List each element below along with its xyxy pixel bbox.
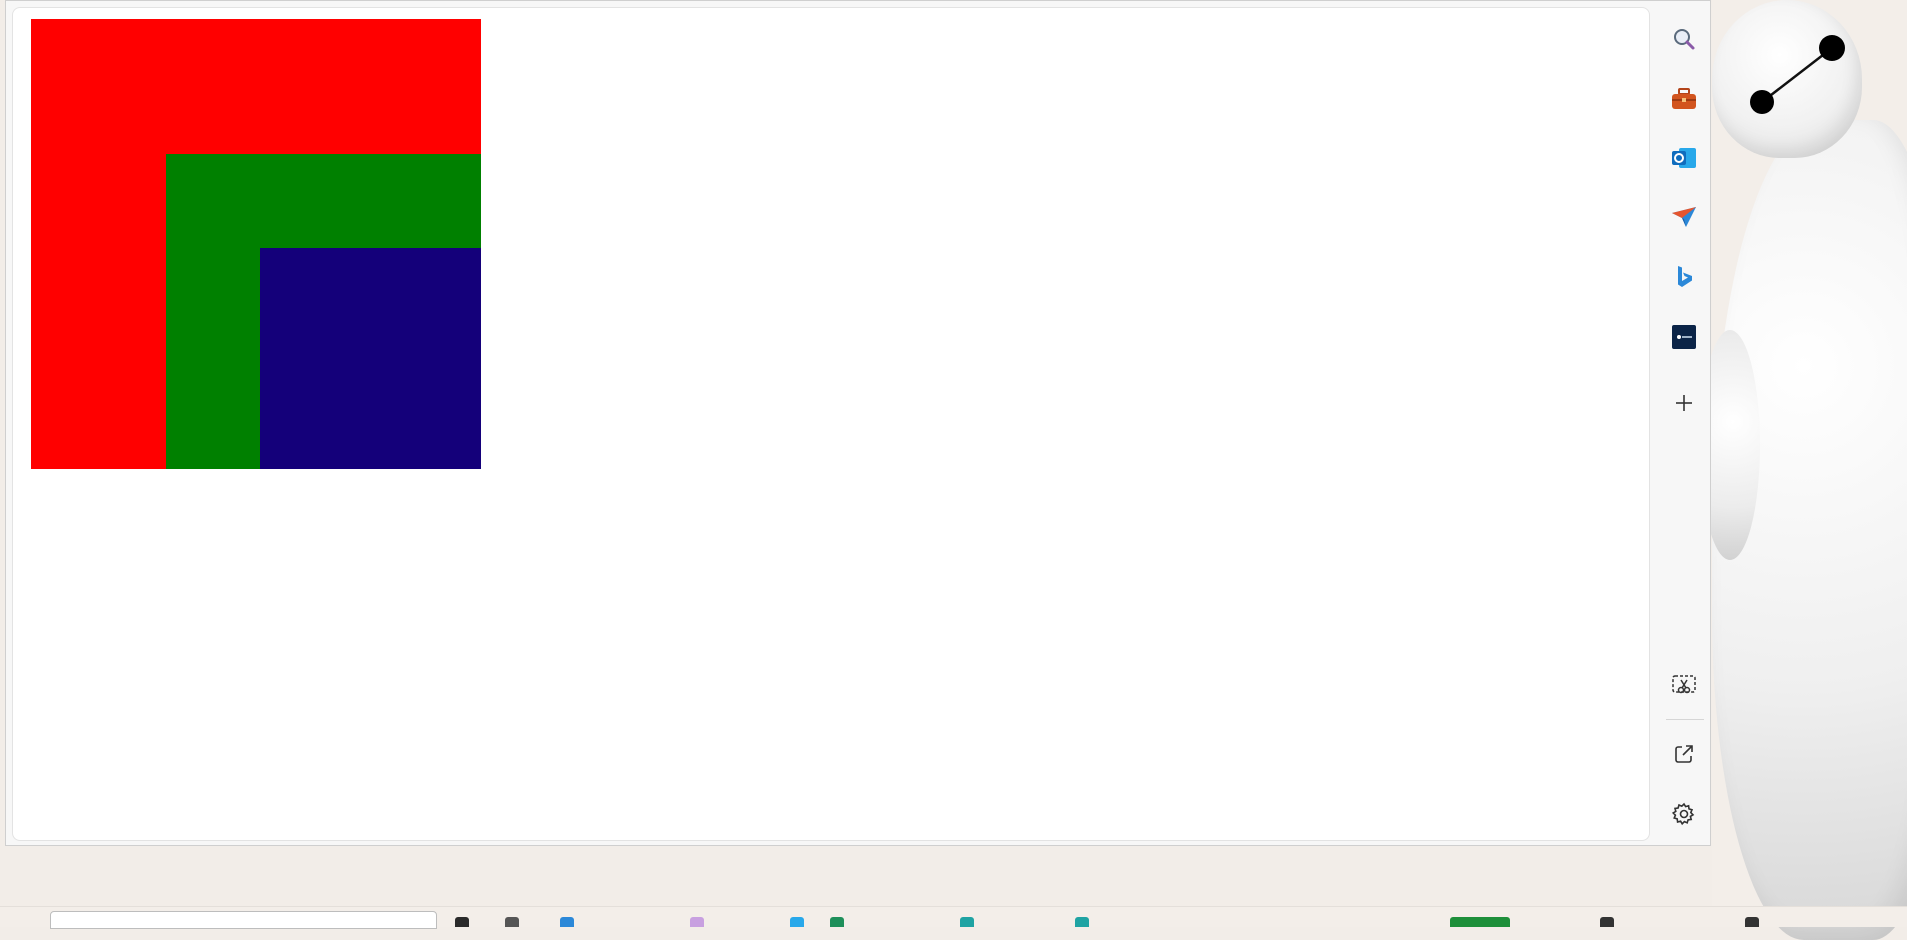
sidebar-app-tile-button[interactable]	[1664, 317, 1704, 357]
sidebar-bing-button[interactable]	[1664, 257, 1704, 297]
sidebar-tools-button[interactable]	[1664, 79, 1704, 119]
gear-icon	[1672, 802, 1695, 826]
edge-sidebar	[1656, 7, 1712, 841]
sidebar-add-button[interactable]	[1664, 383, 1704, 423]
taskbar-search-box[interactable]	[50, 911, 437, 929]
sidebar-screenshot-button[interactable]	[1664, 665, 1704, 705]
sidebar-settings-button[interactable]	[1664, 794, 1704, 834]
sidebar-open-external-button[interactable]	[1664, 734, 1704, 774]
wallpaper-figure-face	[1750, 35, 1845, 114]
sidebar-send-button[interactable]	[1664, 197, 1704, 237]
app-tile-icon	[1672, 325, 1696, 349]
toolbox-icon	[1672, 88, 1696, 109]
outlook-icon	[1672, 148, 1696, 168]
navy-square	[260, 248, 481, 469]
paper-plane-icon	[1672, 207, 1696, 227]
plus-icon	[1676, 395, 1692, 411]
sidebar-outlook-button[interactable]	[1664, 138, 1704, 178]
bing-icon	[1678, 266, 1692, 287]
search-icon	[1674, 29, 1695, 50]
open-external-icon	[1675, 745, 1693, 763]
screenshot-scissors-icon	[1672, 675, 1696, 694]
taskbar	[0, 906, 1907, 929]
sidebar-search-button[interactable]	[1664, 19, 1704, 59]
canvas-area	[12, 7, 1650, 841]
app-window	[5, 0, 1711, 846]
sidebar-divider	[1666, 719, 1704, 720]
